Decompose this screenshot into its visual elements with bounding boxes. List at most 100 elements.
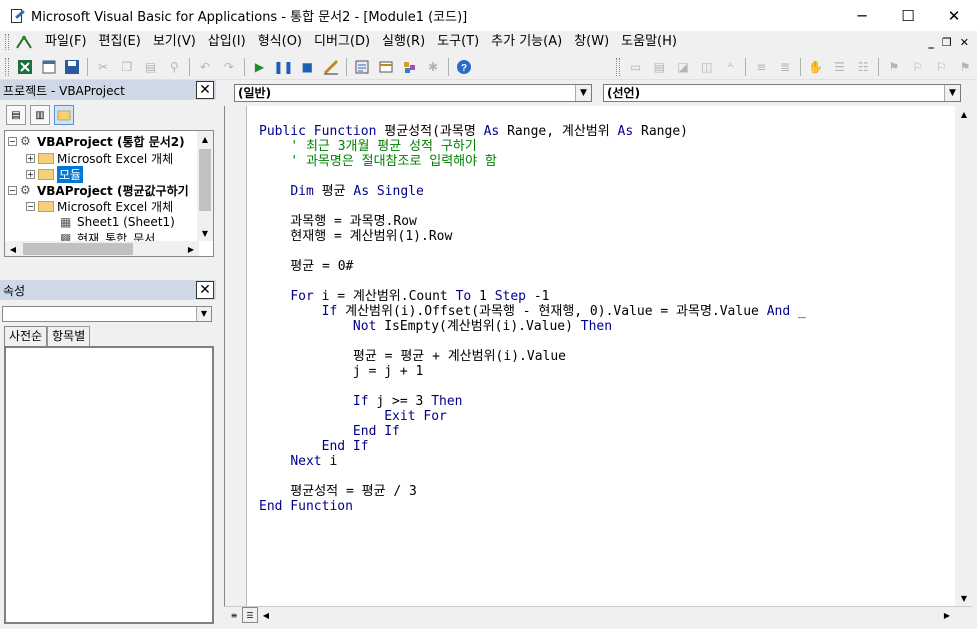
edit-toolbar-grip[interactable] — [615, 57, 620, 76]
find-icon[interactable]: ⚲ — [164, 57, 184, 77]
tree-horizontal-scrollbar[interactable]: ◀ ▶ — [5, 241, 199, 256]
scroll-left-icon[interactable]: ◀ — [258, 607, 274, 623]
toolbar-grip[interactable] — [5, 57, 9, 76]
clear-bookmarks-icon[interactable]: ⚑ — [955, 57, 975, 77]
run-icon[interactable]: ▶ — [250, 57, 270, 77]
expand-icon[interactable]: + — [26, 169, 35, 179]
mdi-minimize-button[interactable]: _ — [928, 36, 934, 49]
redo-icon[interactable]: ↷ — [219, 57, 239, 77]
object-browser-icon[interactable] — [399, 57, 419, 77]
menu-grip[interactable] — [5, 34, 9, 50]
menu-help[interactable]: 도움말(H) — [615, 31, 683, 53]
insert-module-icon[interactable] — [39, 57, 59, 77]
menu-format[interactable]: 형식(O) — [252, 31, 308, 53]
quick-info-icon[interactable]: ◪ — [673, 57, 693, 77]
collapse-icon[interactable]: − — [26, 201, 35, 211]
outdent-icon[interactable]: ≣ — [775, 57, 795, 77]
scroll-right-icon[interactable]: ▶ — [939, 607, 955, 623]
uncomment-block-icon[interactable]: ☷ — [853, 57, 873, 77]
excel-view-icon[interactable] — [15, 57, 35, 77]
full-module-view-icon[interactable]: ☰ — [242, 607, 258, 623]
parameter-info-icon[interactable]: ◫ — [697, 57, 717, 77]
collapse-icon[interactable]: − — [8, 136, 17, 146]
scroll-track[interactable] — [958, 124, 969, 584]
tab-categorized[interactable]: 항목별 — [47, 326, 91, 346]
menu-insert[interactable]: 삽입(I) — [202, 31, 252, 53]
vba-menu-icon[interactable] — [15, 34, 33, 50]
toggle-folders-icon[interactable] — [54, 105, 74, 125]
menu-debug[interactable]: 디버그(D) — [308, 31, 376, 53]
view-code-icon[interactable]: ▤ — [6, 105, 26, 125]
chevron-down-icon[interactable]: ▼ — [196, 307, 211, 321]
tree-item[interactable]: + Microsoft Excel 개체 — [26, 150, 173, 166]
properties-window-icon[interactable] — [376, 57, 396, 77]
list-constants-icon[interactable]: ▤ — [649, 57, 669, 77]
break-icon[interactable]: ❚❚ — [273, 57, 293, 77]
procedure-view-icon[interactable]: ≡ — [226, 607, 242, 623]
scroll-down-icon[interactable]: ▼ — [197, 225, 213, 241]
menu-tools[interactable]: 도구(T) — [431, 31, 485, 53]
project-explorer-icon[interactable] — [352, 57, 372, 77]
save-icon[interactable] — [62, 57, 82, 77]
scroll-right-icon[interactable]: ▶ — [183, 241, 199, 256]
next-bookmark-icon[interactable]: ⚐ — [908, 57, 928, 77]
scroll-up-icon[interactable]: ▲ — [956, 106, 972, 122]
reset-icon[interactable]: ■ — [297, 57, 317, 77]
scroll-left-icon[interactable]: ◀ — [5, 241, 21, 256]
tree-item[interactable]: + 모듈 — [26, 165, 84, 183]
menu-run[interactable]: 실행(R) — [376, 31, 431, 53]
menu-view[interactable]: 보기(V) — [147, 31, 202, 53]
tree-vertical-scrollbar[interactable]: ▲ ▼ — [197, 131, 213, 241]
menu-file[interactable]: 파일(F) — [39, 31, 93, 53]
properties-panel-title: 속성 — [3, 283, 26, 298]
chevron-down-icon[interactable]: ▼ — [575, 85, 591, 101]
collapse-icon[interactable]: − — [8, 185, 17, 195]
expand-icon[interactable]: + — [26, 153, 35, 163]
minimize-button[interactable]: ─ — [839, 0, 885, 31]
procedure-combo[interactable]: (선언) ▼ — [603, 84, 961, 102]
previous-bookmark-icon[interactable]: ⚐ — [932, 57, 952, 77]
tree-item[interactable]: ▦ Sheet1 (Sheet1) — [60, 214, 175, 230]
toolbox-icon[interactable]: ✱ — [423, 57, 443, 77]
margin-indicator-bar[interactable] — [225, 106, 247, 606]
toggle-breakpoint-icon[interactable]: ✋ — [806, 57, 826, 77]
toggle-bookmark-icon[interactable]: ⚑ — [884, 57, 904, 77]
help-icon[interactable]: ? — [454, 57, 474, 77]
maximize-button[interactable]: ☐ — [885, 0, 931, 31]
scroll-up-icon[interactable]: ▲ — [197, 131, 213, 147]
list-properties-icon[interactable]: ▭ — [626, 57, 646, 77]
object-combo[interactable]: (일반) ▼ — [234, 84, 592, 102]
paste-icon[interactable]: ▤ — [141, 57, 161, 77]
menu-edit[interactable]: 편집(E) — [93, 31, 147, 53]
chevron-down-icon[interactable]: ▼ — [944, 85, 960, 101]
indent-icon[interactable]: ≡ — [751, 57, 771, 77]
design-mode-icon[interactable] — [321, 57, 341, 77]
project-panel-close-button[interactable]: ✕ — [196, 81, 214, 99]
mdi-close-button[interactable]: ✕ — [960, 36, 969, 49]
properties-grid[interactable] — [4, 346, 214, 624]
close-button[interactable]: ✕ — [931, 0, 977, 31]
scroll-thumb[interactable] — [199, 149, 211, 211]
undo-icon[interactable]: ↶ — [195, 57, 215, 77]
tree-item[interactable]: − ⚙ VBAProject (통합 문서2) — [8, 133, 185, 149]
comment-block-icon[interactable]: ☰ — [830, 57, 850, 77]
copy-icon[interactable]: ❐ — [117, 57, 137, 77]
code-editor[interactable]: Public Function 평균성적(과목명 As Range, 계산범위 … — [224, 106, 972, 606]
properties-panel-close-button[interactable]: ✕ — [196, 281, 214, 299]
scroll-thumb[interactable] — [23, 243, 133, 255]
tab-alphabetic[interactable]: 사전순 — [4, 326, 48, 346]
vbaproject-icon: ⚙ — [20, 183, 31, 197]
code-text[interactable]: Public Function 평균성적(과목명 As Range, 계산범위 … — [259, 124, 806, 514]
properties-object-combo[interactable]: ▼ — [2, 306, 212, 322]
tree-item[interactable]: − Microsoft Excel 개체 — [26, 198, 173, 214]
mdi-restore-button[interactable]: ❐ — [942, 36, 952, 49]
cut-icon[interactable]: ✂ — [93, 57, 113, 77]
menu-window[interactable]: 창(W) — [568, 31, 615, 53]
tree-item[interactable]: − ⚙ VBAProject (평균값구하기 — [8, 182, 189, 198]
menu-addins[interactable]: 추가 기능(A) — [485, 31, 568, 53]
view-object-icon[interactable]: ▥ — [30, 105, 50, 125]
complete-word-icon[interactable]: ᴬ — [721, 57, 741, 77]
code-vertical-scrollbar[interactable]: ▲ ▼ — [955, 106, 972, 606]
code-horizontal-scrollbar[interactable]: ≡ ☰ ◀ ▶ — [224, 606, 972, 623]
scroll-down-icon[interactable]: ▼ — [956, 590, 972, 606]
